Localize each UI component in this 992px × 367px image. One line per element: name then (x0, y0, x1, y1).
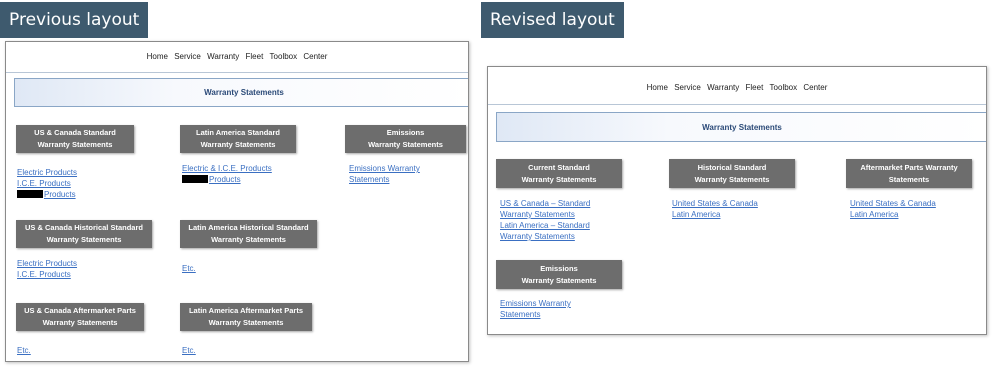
link-latin-america-standard[interactable]: Latin America – Standard (500, 220, 590, 231)
category-title-line1: Emissions (540, 263, 578, 273)
nav-service[interactable]: Service (674, 83, 701, 92)
link-etc[interactable]: Etc. (17, 345, 31, 356)
nav-toolbox[interactable]: Toolbox (770, 83, 798, 92)
link-united-states-canada[interactable]: United States & Canada (850, 198, 936, 209)
category-title-line1: Aftermarket Parts Warranty (860, 162, 958, 172)
link-emissions-statements[interactable]: Statements (500, 309, 571, 320)
category-title-line2: Warranty Statements (200, 140, 276, 149)
warranty-statements-banner: Warranty Statements (14, 78, 468, 107)
category-latin-america-aftermarket: Latin America Aftermarket Parts Warranty… (180, 303, 312, 331)
nav-fleet[interactable]: Fleet (246, 52, 264, 61)
link-list: Etc. (17, 345, 31, 356)
link-latin-america-standard-statements[interactable]: Warranty Statements (500, 231, 590, 242)
link-emissions-warranty[interactable]: Emissions Warranty (349, 163, 420, 174)
category-title-line2: Warranty Statements (521, 174, 597, 184)
top-nav: Home Service Warranty Fleet Toolbox Cent… (6, 52, 468, 61)
link-etc[interactable]: Etc. (182, 345, 196, 356)
category-title-line1: US & Canada Standard (34, 128, 116, 137)
category-us-canada-standard: US & Canada Standard Warranty Statements (16, 125, 134, 153)
category-us-canada-historical: US & Canada Historical Standard Warranty… (16, 220, 152, 248)
category-historical-standard: Historical Standard Warranty Statements (669, 159, 795, 188)
category-title-line2: Warranty Statements (37, 140, 113, 149)
nav-center[interactable]: Center (803, 83, 827, 92)
nav-warranty[interactable]: Warranty (207, 52, 239, 61)
category-title-line1: US & Canada Historical Standard (25, 223, 143, 232)
nav-center[interactable]: Center (303, 52, 327, 61)
category-latin-america-historical: Latin America Historical Standard Warran… (180, 220, 317, 248)
link-products[interactable]: Products (209, 175, 241, 184)
link-list: Electric Products I.C.E. Products Produc… (17, 167, 77, 200)
nav-service[interactable]: Service (174, 52, 201, 61)
category-emissions: Emissions Warranty Statements (496, 260, 622, 289)
link-list: Electric Products I.C.E. Products (17, 258, 77, 280)
category-title-line2: Warranty Statements (208, 318, 284, 327)
nav-fleet[interactable]: Fleet (746, 83, 764, 92)
link-list: Emissions Warranty Statements (349, 163, 420, 185)
nav-home[interactable]: Home (647, 83, 668, 92)
link-list: US & Canada – Standard Warranty Statemen… (500, 198, 590, 242)
link-list: United States & Canada Latin America (672, 198, 758, 220)
nav-divider (488, 104, 986, 105)
nav-divider (6, 72, 468, 73)
link-united-states-canada[interactable]: United States & Canada (672, 198, 758, 209)
link-etc[interactable]: Etc. (182, 263, 196, 274)
link-products[interactable]: Products (44, 190, 76, 199)
link-list: Etc. (182, 263, 196, 274)
revised-layout-tag: Revised layout (481, 2, 624, 38)
link-list: United States & Canada Latin America (850, 198, 936, 220)
revised-layout-panel: Home Service Warranty Fleet Toolbox Cent… (487, 66, 987, 335)
link-electric-ice-products[interactable]: Electric & I.C.E. Products (182, 163, 272, 174)
link-emissions-warranty[interactable]: Emissions Warranty (500, 298, 571, 309)
link-us-canada-standard-statements[interactable]: Warranty Statements (500, 209, 590, 220)
redacted-link-row: Products (17, 189, 77, 200)
category-title-line2: Warranty Statements (211, 235, 286, 244)
banner-title: Warranty Statements (204, 88, 284, 97)
category-title-line2: Warranty Statements (42, 318, 118, 327)
link-list: Electric & I.C.E. Products Products (182, 163, 272, 185)
category-us-canada-aftermarket: US & Canada Aftermarket Parts Warranty S… (16, 303, 144, 331)
redacted-link-row: Products (182, 174, 272, 185)
category-title-line2: Warranty Statements (46, 235, 122, 244)
top-nav: Home Service Warranty Fleet Toolbox Cent… (488, 83, 986, 92)
category-title-line2: Statements (888, 174, 930, 184)
link-emissions-statements[interactable]: Statements (349, 174, 420, 185)
category-aftermarket-parts: Aftermarket Parts Warranty Statements (846, 159, 972, 188)
category-title-line1: Emissions (386, 128, 425, 137)
link-electric-products[interactable]: Electric Products (17, 258, 77, 269)
banner-title: Warranty Statements (702, 122, 782, 132)
link-list: Etc. (182, 345, 196, 356)
previous-layout-tag: Previous layout (0, 2, 149, 38)
category-current-standard: Current Standard Warranty Statements (496, 159, 622, 188)
category-emissions: Emissions Warranty Statements (345, 125, 466, 153)
category-title-line1: Latin America Aftermarket Parts (188, 306, 304, 315)
link-latin-america[interactable]: Latin America (850, 209, 936, 220)
nav-toolbox[interactable]: Toolbox (270, 52, 298, 61)
warranty-statements-banner: Warranty Statements (496, 112, 986, 142)
category-title-line2: Warranty Statements (521, 275, 597, 285)
category-title-line1: Latin America Standard (196, 128, 280, 137)
category-latin-america-standard: Latin America Standard Warranty Statemen… (180, 125, 296, 153)
category-title-line1: Current Standard (528, 162, 590, 172)
link-us-canada-standard[interactable]: US & Canada – Standard (500, 198, 590, 209)
redaction-bar (182, 175, 208, 183)
link-list: Emissions Warranty Statements (500, 298, 571, 320)
category-title-line2: Warranty Statements (368, 140, 443, 149)
link-ice-products[interactable]: I.C.E. Products (17, 178, 77, 189)
redaction-bar (17, 190, 43, 198)
link-electric-products[interactable]: Electric Products (17, 167, 77, 178)
nav-warranty[interactable]: Warranty (707, 83, 739, 92)
category-title-line1: Latin America Historical Standard (188, 223, 309, 232)
category-title-line1: US & Canada Aftermarket Parts (24, 306, 136, 315)
category-title-line2: Warranty Statements (694, 174, 770, 184)
category-title-line1: Historical Standard (697, 162, 767, 172)
link-latin-america[interactable]: Latin America (672, 209, 758, 220)
link-ice-products[interactable]: I.C.E. Products (17, 269, 77, 280)
previous-layout-panel: Home Service Warranty Fleet Toolbox Cent… (5, 41, 469, 362)
nav-home[interactable]: Home (147, 52, 168, 61)
